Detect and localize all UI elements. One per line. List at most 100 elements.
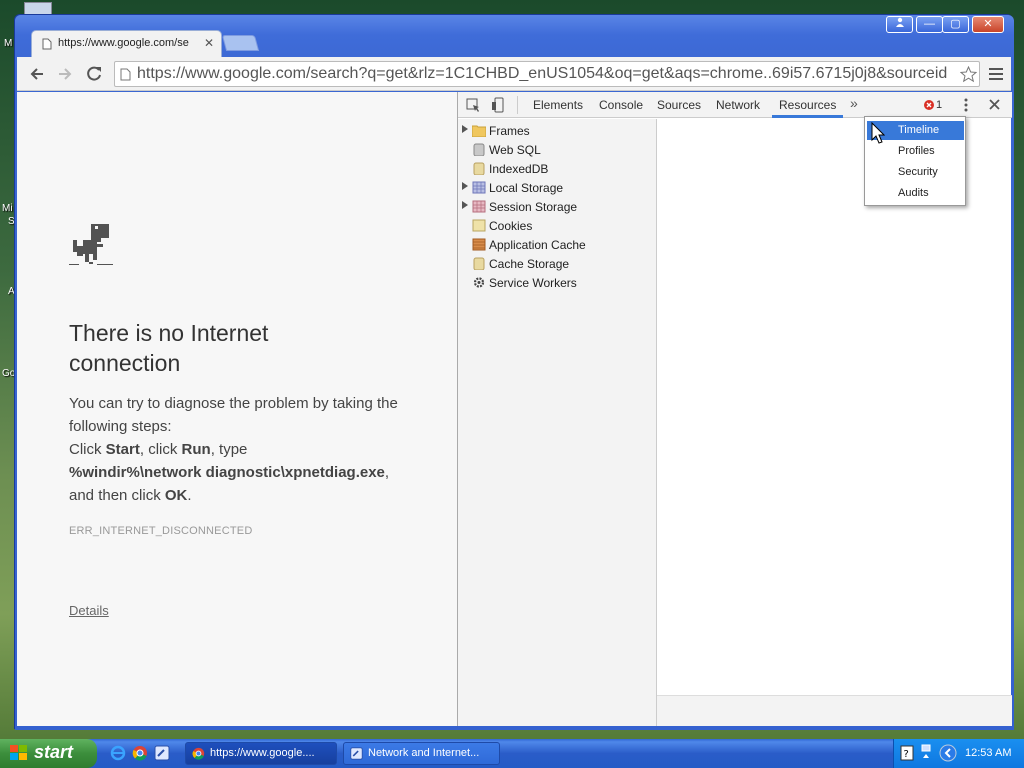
error-code: ERR_INTERNET_DISCONNECTED — [69, 525, 253, 537]
page-icon — [42, 38, 52, 50]
close-button[interactable]: ✕ — [972, 16, 1004, 33]
run-keyword: Run — [181, 441, 211, 458]
inspect-icon[interactable] — [466, 98, 481, 113]
omnibox[interactable]: https://www.google.com/search?q=get&rlz=… — [114, 61, 980, 87]
tab-close-icon[interactable]: ✕ — [204, 36, 214, 50]
tree-item-web-sql[interactable]: Web SQL — [472, 140, 541, 159]
tab-sources[interactable]: Sources — [657, 98, 701, 112]
command-text: %windir%\network diagnostic\xpnetdiag.ex… — [69, 464, 385, 481]
more-tabs-icon[interactable]: » — [850, 95, 858, 111]
app-cache-icon — [472, 238, 486, 251]
taskbar-item-network[interactable]: Network and Internet... — [343, 742, 500, 765]
gear-icon — [473, 277, 485, 288]
tray-arrow-icon[interactable] — [939, 744, 957, 762]
tree-item-application-cache[interactable]: Application Cache — [472, 235, 586, 254]
tree-item-cache-storage[interactable]: Cache Storage — [472, 254, 569, 273]
star-icon[interactable] — [960, 66, 977, 83]
help-icon[interactable]: ? — [900, 745, 914, 761]
kebab-menu-icon[interactable] — [964, 98, 968, 112]
expand-icon[interactable] — [462, 201, 468, 209]
forward-icon[interactable] — [57, 66, 73, 82]
start-button[interactable]: start — [0, 739, 97, 768]
start-keyword: Start — [105, 441, 140, 458]
tab-active[interactable]: https://www.google.com/se ✕ — [31, 30, 222, 57]
desktop-icon-label[interactable]: M — [4, 38, 12, 49]
menu-item-security[interactable]: Security — [867, 163, 964, 182]
windows-logo-icon — [10, 745, 27, 760]
tree-item-label: Cookies — [489, 218, 533, 233]
step-text: , type — [210, 441, 248, 458]
system-tray: ? 12:53 AM — [893, 739, 1024, 768]
details-link[interactable]: Details — [69, 603, 109, 618]
tab-elements[interactable]: Elements — [533, 98, 583, 112]
error-description: You can try to diagnose the problem by t… — [69, 392, 414, 507]
task-label: Network and Internet... — [368, 747, 480, 759]
taskbar: start https://www.google.... Network and… — [0, 739, 1024, 768]
menu-item-profiles[interactable]: Profiles — [867, 142, 964, 161]
storage-grid-icon — [472, 200, 486, 213]
maximize-icon: ▢ — [950, 18, 961, 30]
device-mode-icon[interactable] — [492, 97, 506, 113]
tab-network[interactable]: Network — [716, 98, 760, 112]
page-content: There is no Internet connection You can … — [17, 92, 457, 726]
mouse-cursor-icon — [871, 122, 885, 144]
devtools-status-bar — [657, 695, 1012, 726]
description-intro: You can try to diagnose the problem by t… — [69, 395, 398, 435]
menu-icon[interactable] — [989, 67, 1003, 81]
maximize-button[interactable]: ▢ — [942, 16, 969, 33]
tab-resources[interactable]: Resources — [779, 98, 836, 112]
taskbar-item-chrome[interactable]: https://www.google.... — [185, 742, 337, 765]
divider — [517, 96, 518, 114]
database-icon — [473, 257, 485, 270]
chrome-icon — [192, 747, 205, 760]
error-icon[interactable] — [924, 100, 934, 110]
step-text: , click — [139, 441, 182, 458]
menu-item-audits[interactable]: Audits — [867, 184, 964, 203]
expand-icon[interactable] — [462, 125, 468, 133]
devtools-toolbar: Elements Console Sources Network Resourc… — [458, 92, 1012, 118]
desktop-icon-label[interactable]: Mi — [2, 203, 13, 214]
network-icon[interactable] — [921, 744, 931, 762]
tree-item-label: Local Storage — [489, 180, 564, 195]
tree-item-indexeddb[interactable]: IndexedDB — [472, 159, 548, 178]
chrome-icon[interactable] — [132, 745, 148, 761]
error-count[interactable]: 1 — [936, 99, 942, 111]
database-icon — [473, 162, 485, 175]
step-text: . — [187, 487, 192, 504]
expand-icon[interactable] — [462, 182, 468, 190]
close-devtools-icon[interactable] — [989, 99, 1000, 110]
reload-icon[interactable] — [86, 65, 103, 82]
url-text: https://www.google.com/search?q=get&rlz=… — [137, 65, 948, 82]
new-tab-button[interactable] — [221, 35, 260, 51]
task-label: https://www.google.... — [210, 747, 315, 759]
ok-keyword: OK — [164, 487, 188, 504]
dino-icon — [69, 224, 113, 265]
app-icon[interactable] — [154, 745, 170, 761]
close-icon: ✕ — [983, 18, 993, 30]
minimize-icon: — — [924, 18, 935, 30]
error-title: There is no Internet connection — [69, 320, 269, 376]
tree-item-local-storage[interactable]: Local Storage — [462, 178, 564, 197]
browser-toolbar: https://www.google.com/search?q=get&rlz=… — [17, 57, 1011, 91]
svg-text:?: ? — [904, 749, 909, 760]
tree-item-label: IndexedDB — [489, 161, 549, 176]
tree-item-label: Application Cache — [489, 237, 586, 252]
resources-sidebar: Frames Web SQL IndexedDB Local Storage S… — [458, 119, 657, 726]
minimize-button[interactable]: — — [916, 16, 943, 33]
tab-title: https://www.google.com/se — [58, 37, 189, 49]
step-text: Click — [69, 441, 106, 458]
tree-item-service-workers[interactable]: Service Workers — [472, 273, 577, 292]
tree-item-frames[interactable]: Frames — [462, 121, 530, 140]
ie-icon[interactable] — [110, 745, 126, 761]
tree-item-label: Frames — [489, 123, 530, 138]
tree-item-label: Session Storage — [489, 199, 578, 214]
page-info-icon[interactable] — [120, 68, 131, 81]
tree-item-label: Service Workers — [489, 275, 577, 290]
tree-item-label: Cache Storage — [489, 256, 570, 271]
tab-console[interactable]: Console — [599, 98, 643, 112]
tree-item-cookies[interactable]: Cookies — [472, 216, 532, 235]
folder-icon — [472, 125, 486, 137]
user-button[interactable] — [886, 16, 913, 33]
tree-item-session-storage[interactable]: Session Storage — [462, 197, 578, 216]
back-icon[interactable] — [29, 66, 45, 82]
